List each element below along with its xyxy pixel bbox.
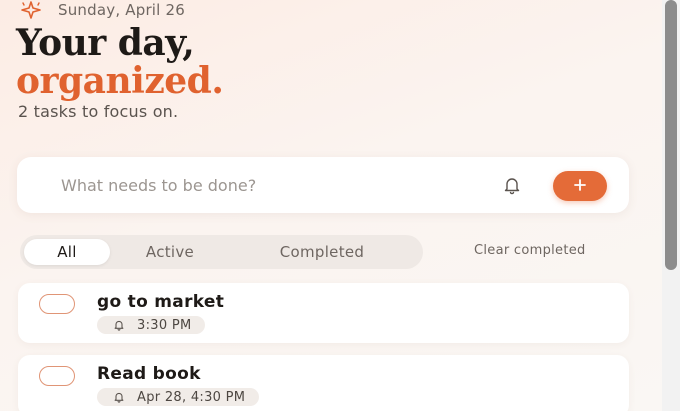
add-task-button[interactable] [553, 171, 607, 201]
app-page: Sunday, April 26 Your day, organized. 2 … [0, 0, 662, 411]
reminder-time: Apr 28, 4:30 PM [137, 389, 246, 405]
plus-icon [573, 177, 587, 196]
scrollbar-thumb[interactable] [665, 0, 677, 270]
tab-all[interactable]: All [24, 239, 110, 265]
add-task-card [17, 157, 629, 213]
bell-icon [113, 388, 125, 407]
date-row: Sunday, April 26 [18, 0, 185, 20]
bell-icon[interactable] [500, 173, 524, 197]
reminder-badge: 3:30 PM [97, 316, 206, 335]
task-title[interactable]: go to market [97, 292, 224, 312]
reminder-badge: Apr 28, 4:30 PM [97, 388, 260, 407]
task-checkbox[interactable] [39, 366, 75, 386]
headline-line-2: organized. [16, 60, 224, 102]
tab-completed[interactable]: Completed [230, 239, 414, 265]
reminder-time: 3:30 PM [137, 317, 192, 333]
new-task-input[interactable] [61, 171, 481, 199]
current-date: Sunday, April 26 [58, 1, 186, 19]
headline-line-1: Your day, [16, 22, 195, 64]
bell-icon [113, 316, 125, 335]
task-item: go to market 3:30 PM [18, 283, 629, 343]
task-checkbox[interactable] [39, 294, 75, 314]
tab-active[interactable]: Active [110, 239, 230, 265]
sparkle-icon [18, 0, 44, 20]
clear-completed-button[interactable]: Clear completed [474, 243, 586, 258]
filter-tabs: All Active Completed [20, 235, 423, 269]
page-title: Your day, organized. [16, 22, 224, 102]
task-item: Read book Apr 28, 4:30 PM [18, 355, 629, 411]
scrollbar[interactable] [662, 0, 680, 411]
task-count-subtitle: 2 tasks to focus on. [18, 102, 179, 121]
task-title[interactable]: Read book [97, 364, 201, 384]
